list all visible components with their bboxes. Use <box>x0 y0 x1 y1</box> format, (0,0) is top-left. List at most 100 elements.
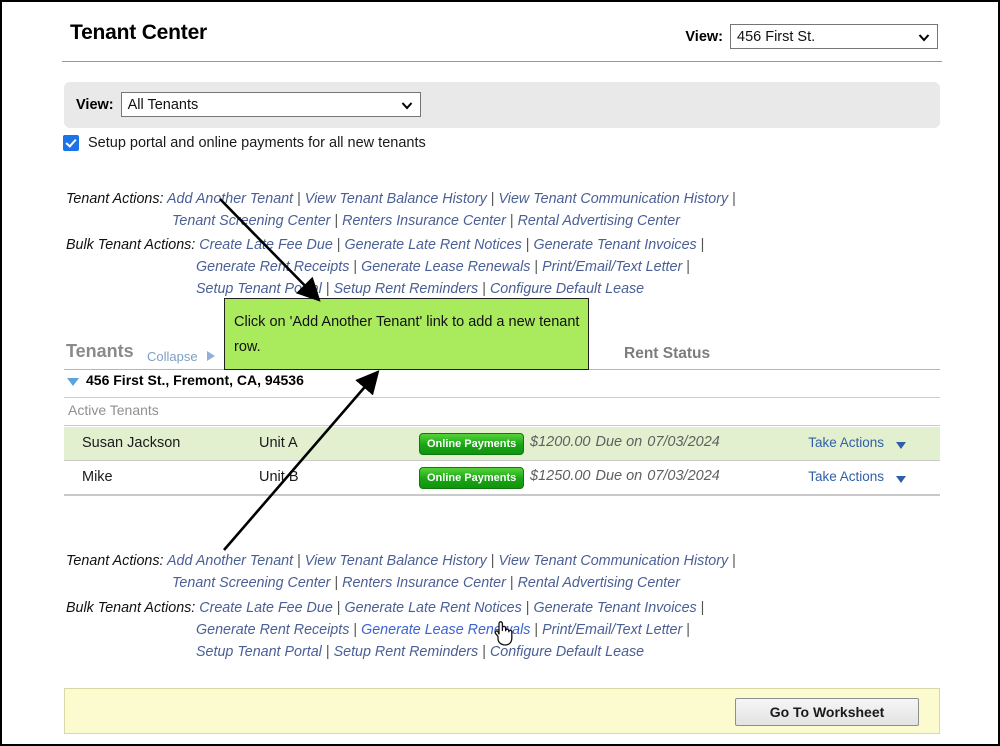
tenant-actions-line-2: Tenant Screening Center|Renters Insuranc… <box>66 210 896 232</box>
tenant-name: Susan Jackson <box>82 435 180 451</box>
take-actions-link[interactable]: Take Actions <box>808 435 884 450</box>
online-payments-badge[interactable]: Online Payments <box>419 467 524 489</box>
separator: | <box>506 213 518 229</box>
link-generate-rent-receipts[interactable]: Generate Rent Receipts <box>196 622 349 638</box>
separator: | <box>293 553 305 569</box>
link-renters-insurance-center[interactable]: Renters Insurance Center <box>342 213 506 229</box>
separator: | <box>293 191 305 207</box>
link-print-email-text-letter[interactable]: Print/Email/Text Letter <box>542 259 682 275</box>
link-tenant-screening-center[interactable]: Tenant Screening Center <box>172 213 330 229</box>
tenant-view-select[interactable]: All Tenants <box>121 92 421 117</box>
separator: | <box>728 191 740 207</box>
separator: | <box>506 575 518 591</box>
separator: | <box>487 553 499 569</box>
separator: | <box>530 622 542 638</box>
link-generate-late-rent-notices[interactable]: Generate Late Rent Notices <box>345 600 522 616</box>
filter-bar: View: All Tenants <box>64 82 940 128</box>
property-view-select[interactable]: 456 First St. <box>730 24 938 49</box>
rent-amount: $1200.00 <box>530 434 590 450</box>
setup-portal-checkbox-row[interactable]: Setup portal and online payments for all… <box>63 135 426 151</box>
rent-status-value: $1200.00Due on07/03/2024 <box>530 434 720 450</box>
take-actions-caret-icon[interactable] <box>896 476 906 483</box>
filter-view-label: View: <box>76 97 114 113</box>
bulk-tenant-actions-bottom: Bulk Tenant Actions: Create Late Fee Due… <box>66 597 896 663</box>
link-setup-tenant-portal[interactable]: Setup Tenant Portal <box>196 644 322 660</box>
separator: | <box>349 259 361 275</box>
bulk-actions-line-3: Setup Tenant Portal|Setup Rent Reminders… <box>66 641 896 663</box>
setup-portal-checkbox-label: Setup portal and online payments for all… <box>88 135 426 151</box>
bulk-actions-line-1: Bulk Tenant Actions: Create Late Fee Due… <box>66 597 896 619</box>
link-create-late-fee-due[interactable]: Create Late Fee Due <box>199 237 333 253</box>
take-actions-link[interactable]: Take Actions <box>808 469 884 484</box>
separator: | <box>330 575 342 591</box>
online-payments-badge[interactable]: Online Payments <box>419 433 524 455</box>
link-generate-lease-renewals[interactable]: Generate Lease Renewals <box>361 259 530 275</box>
table-row[interactable]: Mike Unit B Online Payments $1250.00Due … <box>64 461 940 495</box>
link-generate-late-rent-notices[interactable]: Generate Late Rent Notices <box>345 237 522 253</box>
table-row[interactable]: Susan Jackson Unit A Online Payments $12… <box>64 427 940 461</box>
link-print-email-text-letter[interactable]: Print/Email/Text Letter <box>542 622 682 638</box>
link-view-tenant-communication-history[interactable]: View Tenant Communication History <box>499 553 729 569</box>
link-rental-advertising-center[interactable]: Rental Advertising Center <box>518 575 680 591</box>
filter-view-group: View: All Tenants <box>76 92 421 117</box>
rent-due-date: 07/03/2024 <box>642 434 720 450</box>
link-configure-default-lease[interactable]: Configure Default Lease <box>490 644 644 660</box>
footer-bar: Go To Worksheet <box>64 688 940 734</box>
separator: | <box>333 600 345 616</box>
tenant-unit: Unit A <box>259 435 298 451</box>
tenant-actions-label: Tenant Actions: <box>66 191 164 207</box>
header-view-group: View: 456 First St. <box>685 24 938 49</box>
separator: | <box>728 553 740 569</box>
link-view-tenant-balance-history[interactable]: View Tenant Balance History <box>305 191 487 207</box>
tenant-actions-label: Tenant Actions: <box>66 553 164 569</box>
chevron-down-icon <box>918 31 930 43</box>
expand-caret-icon[interactable] <box>67 378 79 386</box>
separator: | <box>478 281 490 297</box>
link-tenant-screening-center[interactable]: Tenant Screening Center <box>172 575 330 591</box>
separator: | <box>330 213 342 229</box>
rent-due-text: Due on <box>590 434 642 450</box>
link-view-tenant-balance-history[interactable]: View Tenant Balance History <box>305 553 487 569</box>
separator: | <box>322 644 334 660</box>
bulk-tenant-actions-label: Bulk Tenant Actions: <box>66 600 195 616</box>
link-generate-tenant-invoices[interactable]: Generate Tenant Invoices <box>533 600 696 616</box>
separator: | <box>522 600 534 616</box>
instruction-callout: Click on 'Add Another Tenant' link to ad… <box>224 298 589 370</box>
tenant-actions-line-1: Tenant Actions: Add Another Tenant|View … <box>66 550 896 572</box>
tenant-actions-line-1: Tenant Actions: Add Another Tenant|View … <box>66 188 896 210</box>
link-configure-default-lease[interactable]: Configure Default Lease <box>490 281 644 297</box>
take-actions-caret-icon[interactable] <box>896 442 906 449</box>
link-create-late-fee-due[interactable]: Create Late Fee Due <box>199 600 333 616</box>
tenant-actions-top: Tenant Actions: Add Another Tenant|View … <box>66 188 896 232</box>
collapse-caret-icon[interactable] <box>207 351 215 361</box>
link-setup-rent-reminders[interactable]: Setup Rent Reminders <box>334 281 479 297</box>
property-group-row[interactable]: 456 First St., Fremont, CA, 94536 <box>64 371 940 398</box>
link-setup-tenant-portal[interactable]: Setup Tenant Portal <box>196 281 322 297</box>
separator: | <box>333 237 345 253</box>
go-to-worksheet-button[interactable]: Go To Worksheet <box>735 698 919 726</box>
collapse-link[interactable]: Collapse <box>147 349 198 364</box>
link-generate-rent-receipts[interactable]: Generate Rent Receipts <box>196 259 349 275</box>
link-renters-insurance-center[interactable]: Renters Insurance Center <box>342 575 506 591</box>
link-rental-advertising-center[interactable]: Rental Advertising Center <box>518 213 680 229</box>
header-view-label: View: <box>685 29 723 45</box>
tenant-view-value: All Tenants <box>128 97 199 113</box>
bulk-tenant-actions-top: Bulk Tenant Actions: Create Late Fee Due… <box>66 234 896 300</box>
active-tenants-group-row: Active Tenants <box>64 399 940 426</box>
tenant-actions-bottom: Tenant Actions: Add Another Tenant|View … <box>66 550 896 594</box>
separator: | <box>682 622 694 638</box>
link-generate-tenant-invoices[interactable]: Generate Tenant Invoices <box>533 237 696 253</box>
link-add-another-tenant[interactable]: Add Another Tenant <box>167 191 293 207</box>
bulk-tenant-actions-label: Bulk Tenant Actions: <box>66 237 195 253</box>
link-generate-lease-renewals[interactable]: Generate Lease Renewals <box>361 622 530 638</box>
link-setup-rent-reminders[interactable]: Setup Rent Reminders <box>334 644 479 660</box>
link-add-another-tenant[interactable]: Add Another Tenant <box>167 553 293 569</box>
separator: | <box>530 259 542 275</box>
bulk-actions-line-2: Generate Rent Receipts|Generate Lease Re… <box>66 256 896 278</box>
separator: | <box>682 259 694 275</box>
tenant-actions-line-2: Tenant Screening Center|Renters Insuranc… <box>66 572 896 594</box>
separator: | <box>322 281 334 297</box>
checkbox-checked-icon[interactable] <box>63 135 79 151</box>
tenant-center-page: Tenant Center View: 456 First St. View: … <box>0 0 1000 746</box>
link-view-tenant-communication-history[interactable]: View Tenant Communication History <box>499 191 729 207</box>
